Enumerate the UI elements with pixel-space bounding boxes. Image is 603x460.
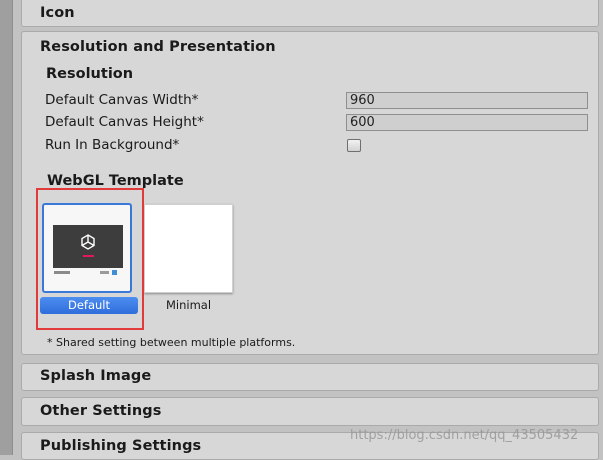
other-settings-panel[interactable]: Other Settings <box>21 397 599 426</box>
default-canvas-width-label: Default Canvas Width* <box>45 92 199 108</box>
webgl-template-title: WebGL Template <box>47 173 184 189</box>
shared-setting-footnote: * Shared setting between multiple platfo… <box>47 336 296 349</box>
publishing-settings-title[interactable]: Publishing Settings <box>40 438 201 454</box>
left-scroll-strip <box>0 0 13 455</box>
other-settings-title[interactable]: Other Settings <box>40 403 161 419</box>
resolution-presentation-title[interactable]: Resolution and Presentation <box>40 39 276 55</box>
splash-image-title[interactable]: Splash Image <box>40 368 151 384</box>
splash-image-panel[interactable]: Splash Image <box>21 363 599 391</box>
watermark-text: https://blog.csdn.net/qq_43505432 <box>350 428 579 443</box>
icon-panel-title[interactable]: Icon <box>40 5 75 21</box>
run-in-background-label: Run In Background* <box>45 137 180 153</box>
template-minimal-label[interactable]: Minimal <box>144 298 233 312</box>
icon-panel[interactable]: Icon <box>21 0 599 27</box>
template-minimal-thumbnail[interactable] <box>144 204 233 293</box>
run-in-background-checkbox[interactable] <box>347 139 361 152</box>
default-canvas-height-label: Default Canvas Height* <box>45 114 204 130</box>
selection-highlight-box <box>36 188 144 330</box>
default-canvas-width-field[interactable]: 960 <box>346 92 588 109</box>
resolution-section-title: Resolution <box>46 66 134 82</box>
default-canvas-height-field[interactable]: 600 <box>346 114 588 131</box>
